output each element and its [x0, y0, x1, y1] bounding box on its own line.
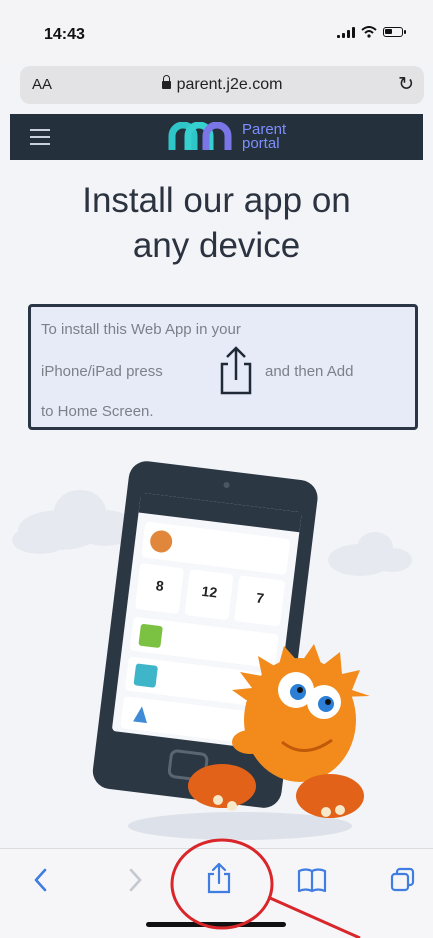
cloud-right	[328, 532, 412, 576]
hamburger-menu-icon[interactable]	[30, 129, 50, 150]
url-display[interactable]: parent.j2e.com	[20, 75, 424, 94]
share-button-icon[interactable]	[206, 861, 232, 895]
lock-icon	[161, 75, 171, 89]
instructions-line1: To install this Web App in your	[41, 321, 241, 338]
logo-mark-icon	[168, 122, 232, 150]
reload-icon[interactable]: ↻	[398, 73, 414, 96]
chevron-right-icon[interactable]	[124, 865, 146, 895]
battery-icon	[383, 27, 406, 37]
instructions-line2-end: and then Add	[265, 363, 354, 380]
cloud-left	[12, 490, 135, 554]
site-header: Parent portal	[10, 114, 423, 160]
instructions-line2-start: iPhone/iPad press	[41, 363, 163, 380]
logo-text: Parent portal	[242, 121, 287, 152]
tabs-icon[interactable]	[388, 865, 418, 895]
wifi-icon	[361, 26, 377, 38]
url-text: parent.j2e.com	[176, 76, 283, 93]
share-icon	[220, 346, 252, 395]
page-title: Install our app on any device	[82, 181, 351, 265]
status-time: 14:43	[44, 26, 85, 43]
status-icons	[337, 26, 406, 38]
install-instructions: To install this Web App in your iPhone/i…	[28, 304, 418, 430]
parent-portal-logo[interactable]: Parent portal	[168, 120, 286, 154]
chevron-left-icon[interactable]	[30, 865, 52, 895]
stat-2: 12	[201, 583, 219, 601]
instructions-line3: to Home Screen.	[41, 403, 154, 420]
home-indicator	[146, 922, 286, 927]
signal-icon	[337, 26, 355, 38]
status-bar: 14:43	[0, 0, 433, 62]
app-illustration: 8 12 7	[12, 461, 412, 840]
screen: 14:43 AA parent.j2e.com ↻ Parent portal …	[0, 0, 433, 938]
book-icon[interactable]	[296, 865, 328, 895]
address-bar[interactable]: AA parent.j2e.com ↻	[20, 66, 424, 104]
